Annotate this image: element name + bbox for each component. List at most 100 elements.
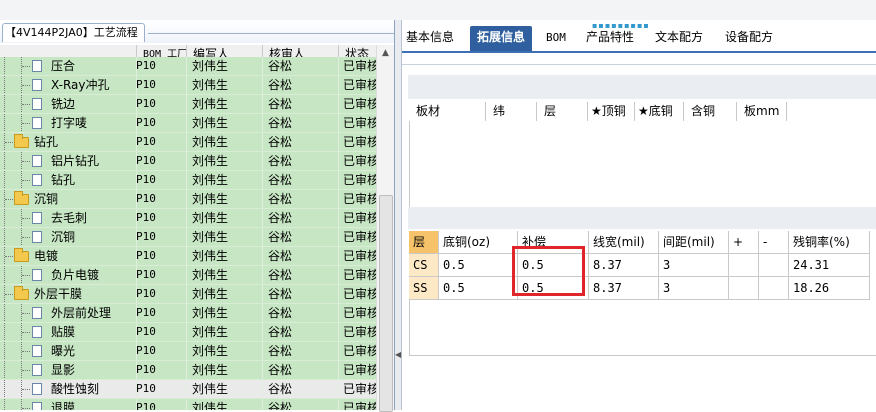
tree-node[interactable]: 铝片钻孔: [0, 152, 135, 170]
layer-row-cs[interactable]: CS 0.5 0.5 8.37 3 24.31: [409, 254, 870, 278]
tree-node[interactable]: 钻孔: [0, 133, 135, 151]
residual-copper-cell[interactable]: 24.31: [789, 254, 870, 277]
table-row[interactable]: 电镀 P10 刘伟生 谷松 已审核: [0, 247, 376, 266]
column-divider: [136, 399, 137, 410]
tree-node[interactable]: 压合: [0, 57, 135, 75]
board-col-thickness[interactable]: 板mm: [736, 102, 787, 121]
scroll-thumb[interactable]: [379, 195, 393, 412]
tree-node[interactable]: 退膜: [0, 399, 135, 410]
tab-equipment-recipe[interactable]: 设备配方: [725, 26, 773, 51]
tree-connector: [4, 114, 5, 132]
table-row[interactable]: 钻孔 P10 刘伟生 谷松 已审核: [0, 171, 376, 190]
layer-col-line-width[interactable]: 线宽(mil): [589, 231, 659, 254]
tree-node-label: 退膜: [51, 401, 76, 410]
base-copper-cell[interactable]: 0.5: [439, 254, 518, 277]
tab-bom[interactable]: BOM: [546, 26, 566, 51]
column-divider: [186, 304, 187, 322]
board-col-weft[interactable]: 纬: [485, 102, 536, 121]
column-divider: [186, 399, 187, 410]
scroll-up-arrow-icon[interactable]: ▲: [377, 45, 394, 62]
author-cell: 刘伟生: [192, 97, 229, 111]
table-row[interactable]: 压合 P10 刘伟生 谷松 已审核: [0, 57, 376, 76]
residual-copper-cell[interactable]: 18.26: [789, 277, 870, 300]
layer-table-empty-area: [409, 300, 876, 356]
collapse-arrow-icon[interactable]: ◀: [395, 350, 401, 359]
plus-cell[interactable]: [729, 254, 759, 277]
folder-icon: [14, 191, 29, 205]
board-col-top-copper[interactable]: ★顶铜: [587, 102, 634, 121]
tab-text-recipe[interactable]: 文本配方: [655, 26, 703, 51]
tree-node[interactable]: 酸性蚀刻: [0, 380, 135, 398]
author-cell: 刘伟生: [192, 173, 229, 187]
tree-node[interactable]: X-Ray冲孔: [0, 76, 135, 94]
layer-col-layer[interactable]: 层: [409, 231, 439, 254]
table-row[interactable]: 沉铜 P10 刘伟生 谷松 已审核: [0, 228, 376, 247]
extended-info-content: 板材 纬 层 ★顶铜 ★底铜 含铜 板mm 层 底铜(oz) 补偿 线宽(mil…: [402, 64, 876, 411]
column-divider: [262, 399, 263, 410]
document-icon: [32, 98, 42, 110]
line-width-cell[interactable]: 8.37: [589, 254, 659, 277]
tree-node[interactable]: 电镀: [0, 247, 135, 265]
table-row[interactable]: 铝片钻孔 P10 刘伟生 谷松 已审核: [0, 152, 376, 171]
board-col-layer[interactable]: 层: [536, 102, 587, 121]
tree-node[interactable]: 贴膜: [0, 323, 135, 341]
panel-splitter[interactable]: ◀: [395, 20, 402, 410]
table-row[interactable]: X-Ray冲孔 P10 刘伟生 谷松 已审核: [0, 76, 376, 95]
vertical-scrollbar[interactable]: ▲: [376, 45, 394, 412]
table-row[interactable]: 退膜 P10 刘伟生 谷松 已审核: [0, 399, 376, 410]
tree-node[interactable]: 外层前处理: [0, 304, 135, 322]
tree-node[interactable]: 打字唛: [0, 114, 135, 132]
spacing-cell[interactable]: 3: [659, 254, 729, 277]
table-row[interactable]: 外层干膜 P10 刘伟生 谷松 已审核: [0, 285, 376, 304]
document-icon: [32, 364, 42, 376]
layer-col-spacing[interactable]: 间距(mil): [659, 231, 729, 254]
layer-row-ss[interactable]: SS 0.5 0.5 8.37 3 18.26: [409, 277, 870, 301]
column-divider: [186, 266, 187, 284]
table-row[interactable]: 钻孔 P10 刘伟生 谷松 已审核: [0, 133, 376, 152]
board-col-copper-content[interactable]: 含铜: [683, 102, 736, 121]
layer-col-minus[interactable]: -: [759, 231, 789, 254]
board-col-bottom-copper[interactable]: ★底铜: [634, 102, 683, 121]
layer-col-plus[interactable]: +: [729, 231, 759, 254]
tree-node-label: 负片电镀: [51, 268, 100, 282]
spacing-cell[interactable]: 3: [659, 277, 729, 300]
layer-cell[interactable]: SS: [409, 277, 439, 300]
table-row[interactable]: 显影 P10 刘伟生 谷松 已审核: [0, 361, 376, 380]
line-width-cell[interactable]: 8.37: [589, 277, 659, 300]
table-row[interactable]: 外层前处理 P10 刘伟生 谷松 已审核: [0, 304, 376, 323]
table-row[interactable]: 去毛刺 P10 刘伟生 谷松 已审核: [0, 209, 376, 228]
table-row[interactable]: 曝光 P10 刘伟生 谷松 已审核: [0, 342, 376, 361]
table-row[interactable]: 沉铜 P10 刘伟生 谷松 已审核: [0, 190, 376, 209]
table-row[interactable]: 负片电镀 P10 刘伟生 谷松 已审核: [0, 266, 376, 285]
tab-basic-info[interactable]: 基本信息: [406, 26, 454, 51]
column-divider: [186, 228, 187, 246]
table-row[interactable]: 贴膜 P10 刘伟生 谷松 已审核: [0, 323, 376, 342]
tree-node[interactable]: 沉铜: [0, 228, 135, 246]
plus-cell[interactable]: [729, 277, 759, 300]
tree-node[interactable]: 钻孔: [0, 171, 135, 189]
tree-node[interactable]: 沉铜: [0, 190, 135, 208]
reviewer-cell: 谷松: [268, 401, 293, 410]
base-copper-cell[interactable]: 0.5: [439, 277, 518, 300]
column-divider: [338, 380, 339, 398]
tree-node[interactable]: 曝光: [0, 342, 135, 360]
board-col-material[interactable]: 板材: [409, 102, 485, 121]
tree-node[interactable]: 铣边: [0, 95, 135, 113]
layer-cell[interactable]: CS: [409, 254, 439, 277]
tab-bar: 基本信息 拓展信息 BOM ▪▪▪▪▪▪▪▪▪ 产品特性 文本配方 设备配方: [402, 20, 876, 53]
column-divider: [136, 266, 137, 284]
tree-node[interactable]: 外层干膜: [0, 285, 135, 303]
tree-node[interactable]: 去毛刺: [0, 209, 135, 227]
tab-extended-info[interactable]: 拓展信息: [470, 26, 533, 51]
tree-node[interactable]: 负片电镀: [0, 266, 135, 284]
minus-cell[interactable]: [759, 254, 789, 277]
table-row[interactable]: 打字唛 P10 刘伟生 谷松 已审核: [0, 114, 376, 133]
minus-cell[interactable]: [759, 277, 789, 300]
table-row[interactable]: 酸性蚀刻 P10 刘伟生 谷松 已审核: [0, 380, 376, 399]
author-cell: 刘伟生: [192, 211, 229, 225]
layer-col-residual-copper[interactable]: 残铜率(%): [789, 231, 870, 254]
layer-col-base-copper[interactable]: 底铜(oz): [439, 231, 518, 254]
tree-node[interactable]: 显影: [0, 361, 135, 379]
table-row[interactable]: 铣边 P10 刘伟生 谷松 已审核: [0, 95, 376, 114]
tab-product-features[interactable]: 产品特性: [586, 26, 634, 51]
